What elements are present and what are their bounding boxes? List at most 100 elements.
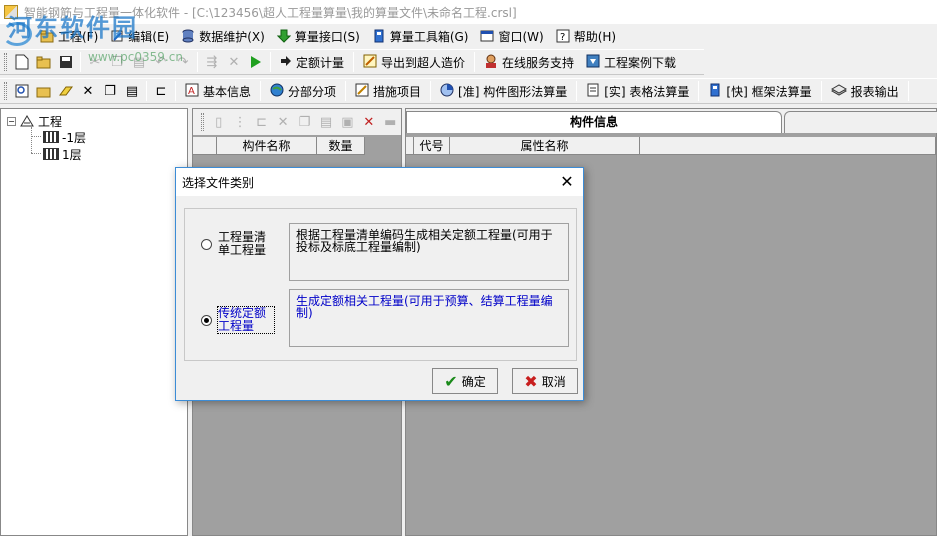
dialog-title: 选择文件类别: [182, 175, 255, 190]
tab-table-calc-label: [实] 表格法算量: [604, 84, 690, 99]
tab-measures[interactable]: 措施项目: [349, 80, 427, 102]
quota-calc-label: 定额计量: [296, 55, 345, 70]
copy-icon[interactable]: ❐: [107, 52, 127, 72]
folder-icon[interactable]: [34, 81, 54, 101]
eraser-icon[interactable]: [56, 81, 76, 101]
undo-icon[interactable]: ↶: [151, 52, 171, 72]
select-file-type-dialog: 选择文件类别 ✕ 工程量清单工程量 根据工程量清单编码生成相关定额工程量(可用于…: [175, 167, 584, 401]
tree-structure-icon[interactable]: ⊏: [151, 81, 171, 101]
report-icon: [830, 83, 847, 100]
letter-a-icon: A: [185, 83, 199, 100]
menu-edit-label: 编辑(E): [128, 29, 170, 44]
option-traditional-quota-description: 生成定额相关工程量(可用于预算、结算工程量编制): [289, 289, 569, 347]
delete-icon[interactable]: ✕: [224, 52, 244, 72]
cut-icon[interactable]: ✂: [85, 52, 105, 72]
tab-secondary[interactable]: [784, 111, 937, 133]
properties-icon[interactable]: ▣: [338, 112, 357, 132]
component-toolbar: ▯ ⋮ ⊏ ✕ ❐ ▤ ▣ ✕ ▬: [193, 109, 401, 135]
measures-icon: [355, 83, 369, 100]
tab-frame-calc-label: [快] 框架法算量: [726, 84, 812, 99]
column-header[interactable]: 数量: [317, 137, 365, 155]
column-header[interactable]: 构件名称: [217, 137, 317, 155]
quota-calc-button[interactable]: 定额计量: [274, 51, 350, 73]
column-header[interactable]: 属性名称: [450, 137, 640, 155]
svg-text:?: ?: [560, 32, 565, 43]
tab-basic-info[interactable]: A 基本信息: [179, 80, 257, 102]
globe-icon: [270, 83, 284, 100]
online-support-button[interactable]: 在线服务支持: [478, 51, 580, 73]
copy-icon[interactable]: ❐: [295, 112, 314, 132]
open-folder-icon[interactable]: [34, 52, 54, 72]
toolbar-grip[interactable]: [201, 113, 204, 131]
toolbar-separator: [175, 81, 176, 101]
list-icon[interactable]: ⋮: [230, 112, 249, 132]
menu-edit[interactable]: 编辑(E): [104, 25, 175, 47]
new-file-icon[interactable]: [12, 52, 32, 72]
option-traditional-quota[interactable]: 传统定额工程量: [201, 306, 275, 334]
option-traditional-quota-label[interactable]: 传统定额工程量: [217, 306, 275, 334]
support-person-icon: [484, 54, 498, 71]
export-cost-button[interactable]: 导出到超人造价: [357, 51, 471, 73]
toolbar-separator: [80, 52, 81, 72]
clear-icon[interactable]: ✕: [359, 112, 378, 132]
module-toolbar: ✕ ❐ ▤ ⊏ A 基本信息 分部分项 措施项目 [准] 构件图形法算量 [实]…: [0, 78, 937, 104]
radio-bill-quantity[interactable]: [201, 238, 212, 250]
menu-project[interactable]: 工程(F): [34, 25, 104, 47]
tree-structure-icon[interactable]: ⊏: [252, 112, 271, 132]
tab-sub-items[interactable]: 分部分项: [264, 80, 342, 102]
menu-window-label: 窗口(W): [498, 29, 544, 44]
tree-connector: [31, 136, 41, 137]
component-grid-header: 构件名称 数量: [193, 137, 365, 155]
tree-root-label: 工程: [38, 114, 63, 129]
save-icon[interactable]: [56, 52, 76, 72]
radio-traditional-quota[interactable]: [201, 314, 212, 326]
tab-report-output[interactable]: 报表输出: [825, 80, 905, 102]
menu-toolbox-label: 算量工具箱(G): [389, 29, 469, 44]
redo-icon[interactable]: ↷: [173, 52, 193, 72]
toolbar-separator: [345, 81, 347, 101]
tab-frame-calc[interactable]: [快] 框架法算量: [702, 80, 817, 102]
tab-table-calc[interactable]: [实] 表格法算量: [580, 80, 695, 102]
grid-icon[interactable]: ▬: [381, 112, 400, 132]
delete-icon[interactable]: ✕: [273, 112, 292, 132]
option-bill-quantity[interactable]: 工程量清单工程量: [201, 231, 274, 257]
find-icon[interactable]: [12, 81, 32, 101]
project-tree[interactable]: − 工程 -1层 1层: [0, 108, 188, 536]
option-bill-quantity-label[interactable]: 工程量清单工程量: [218, 231, 274, 257]
copy-icon[interactable]: ❐: [100, 81, 120, 101]
main-toolbar: ✂ ❐ ▤ ↶ ↷ ⇶ ✕ 定额计量 导出到超人造价 在线服务支持 工程案例下载: [0, 49, 704, 75]
toolbar-grip[interactable]: [4, 82, 7, 100]
help-icon: ?: [556, 29, 570, 43]
window-title: 智能钢筋与工程量一体化软件 - [C:\123456\超人工程量算量\我的算量文…: [24, 5, 517, 20]
insert-row-icon[interactable]: ⇶: [202, 52, 222, 72]
app-icon: [4, 5, 18, 19]
menu-project-label: 工程(F): [58, 29, 99, 44]
toolbar-grip[interactable]: [4, 53, 7, 71]
tab-component-info[interactable]: 构件信息: [406, 111, 782, 133]
tree-item[interactable]: 1层: [43, 146, 82, 162]
menu-calc-interface[interactable]: 算量接口(S): [271, 25, 366, 47]
run-icon[interactable]: [246, 52, 266, 72]
toolbar-separator: [270, 52, 271, 72]
paste-icon[interactable]: ▤: [316, 112, 335, 132]
delete-icon[interactable]: ✕: [78, 81, 98, 101]
tree-item[interactable]: -1层: [43, 129, 86, 145]
menu-help[interactable]: ? 帮助(H): [550, 25, 622, 47]
tab-graphic-calc[interactable]: [准] 构件图形法算量: [434, 80, 573, 102]
collapse-icon[interactable]: −: [7, 116, 16, 126]
menu-toolbox[interactable]: 算量工具箱(G): [366, 25, 475, 47]
tab-graphic-calc-label: [准] 构件图形法算量: [458, 84, 568, 99]
tree-connector: [31, 153, 41, 154]
tree-root[interactable]: − 工程: [7, 113, 62, 129]
ok-button[interactable]: ✔ 确定: [432, 368, 498, 394]
menu-window[interactable]: 窗口(W): [474, 25, 549, 47]
dialog-title-bar[interactable]: 选择文件类别 ✕: [176, 168, 583, 196]
menu-data-maintenance[interactable]: 数据维护(X): [175, 25, 271, 47]
new-component-icon[interactable]: ▯: [209, 112, 228, 132]
paste-icon[interactable]: ▤: [122, 81, 142, 101]
paste-icon[interactable]: ▤: [129, 52, 149, 72]
case-download-button[interactable]: 工程案例下载: [580, 51, 682, 73]
column-header[interactable]: 代号: [414, 137, 450, 155]
cancel-button[interactable]: ✖ 取消: [512, 368, 578, 394]
close-icon[interactable]: ✕: [557, 172, 577, 192]
